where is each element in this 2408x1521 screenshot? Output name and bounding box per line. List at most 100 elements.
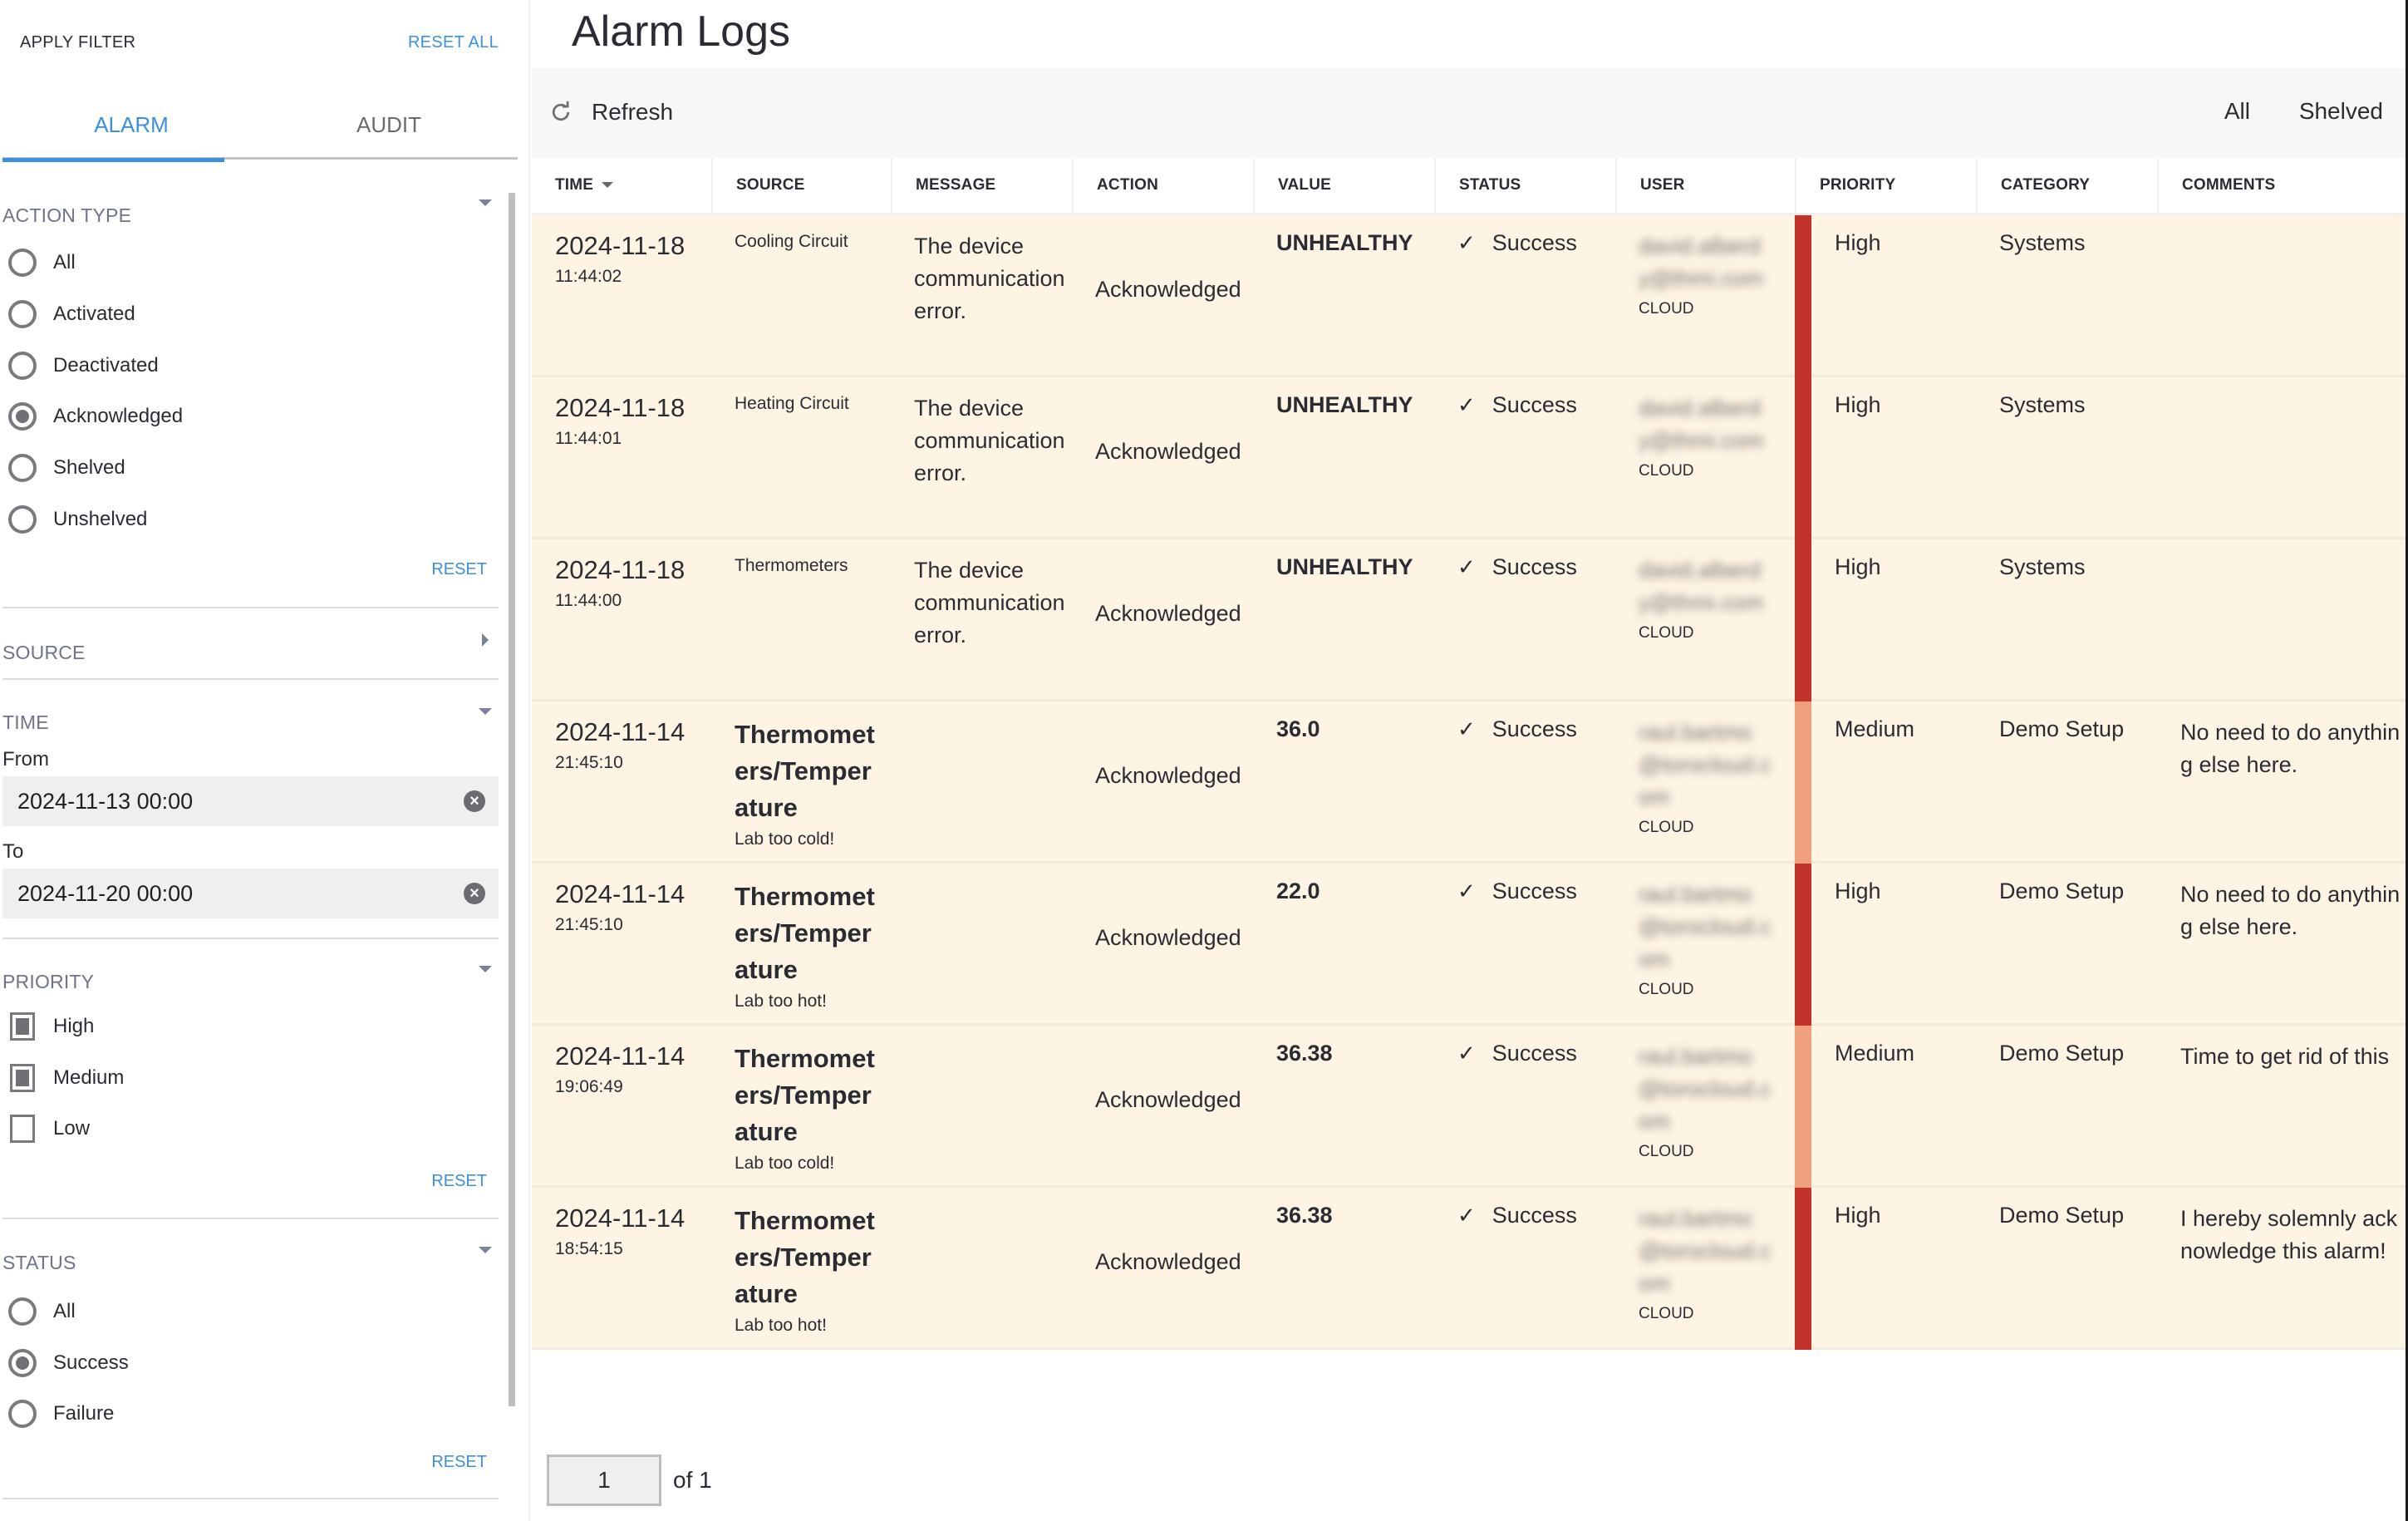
column-header-comments[interactable]: COMMENTS: [2157, 158, 2408, 215]
radio-button[interactable]: [8, 505, 37, 534]
source-description: Lab too cold!: [735, 1154, 835, 1173]
from-date-input[interactable]: 2024-11-13 00:00 ×: [2, 776, 499, 826]
view-all-button[interactable]: All: [2224, 98, 2250, 125]
user-source: CLOUD: [1639, 981, 1694, 998]
status-option-all[interactable]: All: [8, 1295, 76, 1328]
expand-caret-icon[interactable]: [482, 633, 489, 647]
to-date-value: 2024-11-20 00:00: [17, 880, 194, 906]
reset-all-button[interactable]: RESET ALL: [408, 33, 499, 52]
option-label: All: [53, 1300, 76, 1322]
radio-button[interactable]: [8, 352, 37, 380]
time-value: 11:44:02: [555, 267, 622, 286]
table-row[interactable]: 2024-11-18 11:44:01 Heating Circuit The …: [532, 377, 2408, 539]
value-cell: UNHEALTHY: [1253, 539, 1434, 699]
to-date-input[interactable]: 2024-11-20 00:00 ×: [2, 869, 499, 918]
table-row[interactable]: 2024-11-14 19:06:49 Thermometers/Tempera…: [532, 1026, 2408, 1188]
user-email-redacted: david.alberdy@thmi.com: [1639, 234, 1764, 291]
column-header-priority[interactable]: PRIORITY: [1795, 158, 1976, 215]
column-header-status[interactable]: STATUS: [1434, 158, 1615, 215]
action-type-option-activated[interactable]: Activated: [8, 298, 135, 331]
status-option-success[interactable]: Success: [8, 1346, 129, 1380]
status-reset-button[interactable]: RESET: [431, 1453, 487, 1472]
priority-indicator-bar: [1795, 539, 1811, 701]
source-cell: Cooling Circuit: [711, 215, 891, 375]
refresh-button[interactable]: Refresh: [548, 93, 673, 131]
column-header-time[interactable]: TIME: [532, 158, 711, 215]
clear-icon[interactable]: ×: [464, 883, 485, 904]
source-name: Thermometers/Temperature: [735, 882, 875, 984]
sort-desc-icon[interactable]: [602, 182, 614, 189]
priority-reset-button[interactable]: RESET: [431, 1172, 487, 1191]
action-cell: Acknowledged: [1072, 377, 1253, 537]
action-type-option-acknowledged[interactable]: Acknowledged: [8, 400, 183, 433]
comment-text: No need to do anything else here.: [2180, 882, 2401, 939]
radio-button-checked[interactable]: [8, 1349, 37, 1377]
clear-icon[interactable]: ×: [464, 790, 485, 812]
status-text: Success: [1491, 879, 1577, 903]
table-row[interactable]: 2024-11-18 11:44:02 Cooling Circuit The …: [532, 215, 2408, 377]
checkbox-checked[interactable]: [10, 1012, 35, 1041]
status-cell: ✓ Success: [1434, 1026, 1615, 1185]
checkbox-checked[interactable]: [10, 1064, 35, 1092]
comments-cell: No need to do anything else here.: [2157, 701, 2408, 861]
from-date-value: 2024-11-13 00:00: [17, 788, 194, 814]
collapse-caret-icon[interactable]: [479, 708, 492, 715]
date-value: 2024-11-18: [555, 393, 686, 422]
message-cell: [891, 1026, 1072, 1185]
tab-alarm[interactable]: ALARM: [2, 98, 260, 162]
table-row[interactable]: 2024-11-14 18:54:15 Thermometers/Tempera…: [532, 1188, 2408, 1350]
page-number-input[interactable]: [547, 1455, 661, 1506]
priority-option-medium[interactable]: Medium: [8, 1061, 124, 1095]
apply-filter-label[interactable]: APPLY FILTER: [20, 33, 135, 52]
tab-audit[interactable]: AUDIT: [260, 98, 518, 160]
message-text: The device communication error.: [914, 396, 1065, 485]
priority-option-high[interactable]: High: [8, 1010, 94, 1043]
comments-cell: [2157, 377, 2408, 537]
user-email-redacted: raul.bartmo@torocloud.com: [1639, 720, 1772, 810]
radio-button[interactable]: [8, 300, 37, 328]
action-type-option-shelved[interactable]: Shelved: [8, 451, 125, 485]
action-cell: Acknowledged: [1072, 864, 1253, 1023]
divider: [2, 1498, 499, 1499]
column-header-message[interactable]: MESSAGE: [891, 158, 1072, 215]
priority-indicator-bar: [1795, 1026, 1811, 1188]
value-cell: UNHEALTHY: [1253, 377, 1434, 537]
radio-button[interactable]: [8, 454, 37, 482]
status-cell: ✓ Success: [1434, 377, 1615, 537]
column-header-action[interactable]: ACTION: [1072, 158, 1253, 215]
table-row[interactable]: 2024-11-18 11:44:00 Thermometers The dev…: [532, 539, 2408, 701]
collapse-caret-icon[interactable]: [479, 199, 492, 206]
source-title[interactable]: SOURCE: [2, 642, 86, 664]
action-type-option-deactivated[interactable]: Deactivated: [8, 349, 159, 382]
action-type-reset-button[interactable]: RESET: [431, 560, 487, 579]
table-row[interactable]: 2024-11-14 21:45:10 Thermometers/Tempera…: [532, 864, 2408, 1026]
checkbox[interactable]: [10, 1115, 35, 1143]
table-row[interactable]: 2024-11-14 21:45:10 Thermometers/Tempera…: [532, 701, 2408, 864]
comments-cell: [2157, 215, 2408, 375]
radio-button-checked[interactable]: [8, 402, 37, 431]
time-value: 11:44:00: [555, 591, 622, 610]
time-cell: 2024-11-14 21:45:10: [532, 864, 711, 1023]
column-header-value[interactable]: VALUE: [1253, 158, 1434, 215]
status-cell: ✓ Success: [1434, 701, 1615, 861]
checkmark-icon: ✓: [1457, 716, 1476, 741]
priority-option-low[interactable]: Low: [8, 1112, 90, 1145]
radio-button[interactable]: [8, 249, 37, 277]
value-text: 36.38: [1276, 1203, 1333, 1228]
status-option-failure[interactable]: Failure: [8, 1397, 114, 1430]
user-cell: david.alberdy@thmi.com CLOUD: [1615, 377, 1795, 537]
action-type-option-all[interactable]: All: [8, 246, 76, 279]
collapse-caret-icon[interactable]: [479, 966, 492, 972]
collapse-caret-icon[interactable]: [479, 1247, 492, 1253]
action-type-option-unshelved[interactable]: Unshelved: [8, 503, 147, 536]
view-shelved-button[interactable]: Shelved: [2299, 98, 2383, 125]
user-cell: raul.bartmo@torocloud.com CLOUD: [1615, 701, 1795, 861]
column-header-category[interactable]: CATEGORY: [1976, 158, 2157, 215]
user-source: CLOUD: [1639, 1143, 1694, 1160]
radio-button[interactable]: [8, 1297, 37, 1326]
column-header-user[interactable]: USER: [1615, 158, 1795, 215]
column-header-source[interactable]: SOURCE: [711, 158, 891, 215]
source-description: Lab too hot!: [735, 1316, 827, 1335]
radio-button[interactable]: [8, 1400, 37, 1428]
message-text: The device communication error.: [914, 234, 1065, 323]
